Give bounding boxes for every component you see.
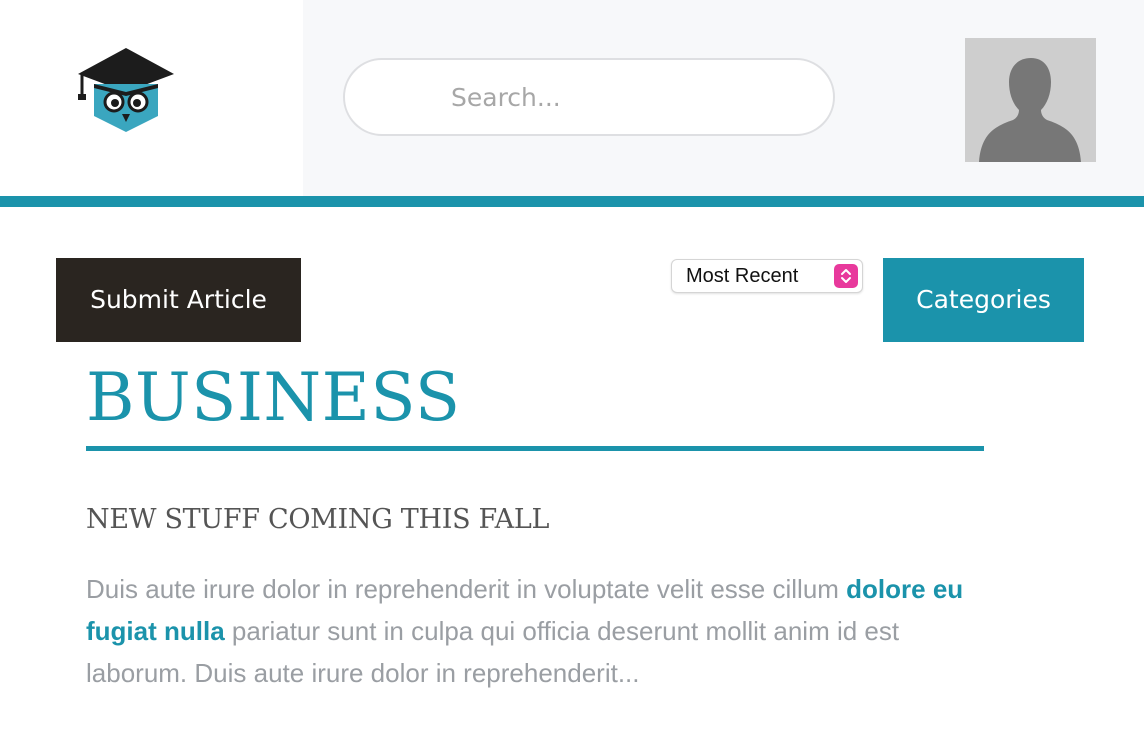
owl-graduation-cap-icon	[78, 48, 174, 132]
header-divider	[0, 196, 1144, 207]
site-logo[interactable]	[74, 44, 178, 134]
section-title: BUSINESS	[86, 359, 461, 436]
excerpt-text: Duis aute irure dolor in reprehenderit i…	[86, 574, 847, 604]
section-divider	[86, 446, 984, 451]
site-header	[0, 0, 1144, 196]
search-input[interactable]	[343, 58, 835, 136]
user-avatar[interactable]	[965, 38, 1096, 162]
article-excerpt: Duis aute irure dolor in reprehenderit i…	[86, 568, 986, 694]
sort-select-value: Most Recent	[686, 265, 799, 287]
submit-article-button[interactable]: Submit Article	[56, 258, 301, 342]
up-down-chevron-icon	[834, 264, 858, 288]
user-silhouette-icon	[979, 58, 1081, 162]
article-title[interactable]: NEW STUFF COMING THIS FALL	[86, 500, 549, 540]
categories-button[interactable]: Categories	[883, 258, 1084, 342]
sort-select[interactable]: Most Recent	[671, 259, 863, 293]
